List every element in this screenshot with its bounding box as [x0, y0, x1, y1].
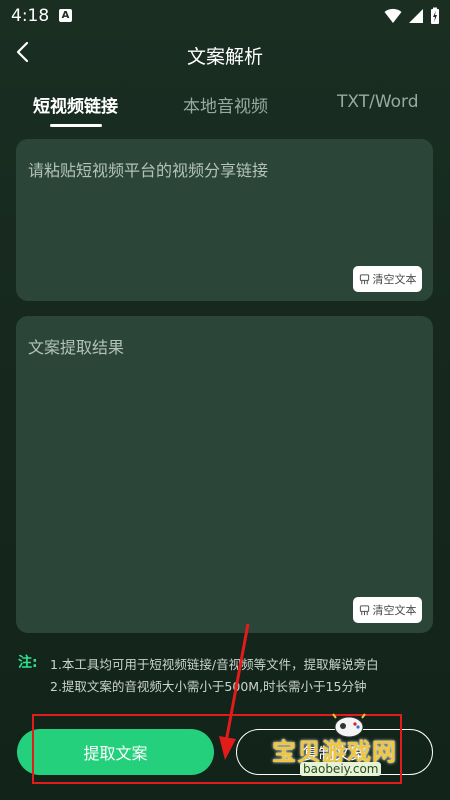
tab-bar: 短视频链接 本地音视频 TXT/Word [0, 86, 450, 130]
notes-line-2: 2.提取文案的音视频大小需小于500M,时长需小于15分钟 [50, 679, 367, 694]
wifi-icon [384, 8, 402, 23]
tab-short-video-link[interactable]: 短视频链接 [33, 92, 118, 117]
link-input-placeholder: 请粘贴短视频平台的视频分享链接 [28, 161, 269, 180]
app-header: 文案解析 [0, 32, 450, 78]
clear-result-label: 清空文本 [372, 604, 417, 617]
active-tab-indicator [50, 124, 102, 127]
status-time: 4:18 [11, 6, 50, 26]
clear-result-button[interactable]: 清空文本 [353, 597, 422, 623]
clear-link-label: 清空文本 [372, 273, 417, 286]
notification-icon: A [59, 9, 72, 22]
tab-txt-word[interactable]: TXT/Word [337, 92, 419, 112]
link-input-area[interactable]: 请粘贴短视频平台的视频分享链接 清空文本 [16, 139, 433, 301]
eraser-icon [359, 604, 369, 615]
watermark-url: baobeiy.com [300, 762, 382, 776]
watermark: 宝贝游戏网 baobeiy.com [262, 712, 432, 784]
cell-signal-icon [409, 9, 423, 23]
clear-link-button[interactable]: 清空文本 [353, 266, 422, 292]
notes-mark: 注: [18, 655, 38, 671]
tab-local-audio-video[interactable]: 本地音视频 [183, 92, 268, 117]
notes-line-1: 1.本工具均可用于短视频链接/音视频等文件，提取解说旁白 [50, 657, 379, 672]
result-text-area[interactable]: 文案提取结果 清空文本 [16, 316, 433, 633]
system-icons [384, 6, 440, 26]
page-title: 文案解析 [186, 46, 263, 68]
battery-charging-icon [431, 7, 439, 24]
eraser-icon [359, 273, 369, 284]
result-placeholder: 文案提取结果 [28, 338, 125, 357]
status-bar: 4:18 A [0, 0, 450, 32]
